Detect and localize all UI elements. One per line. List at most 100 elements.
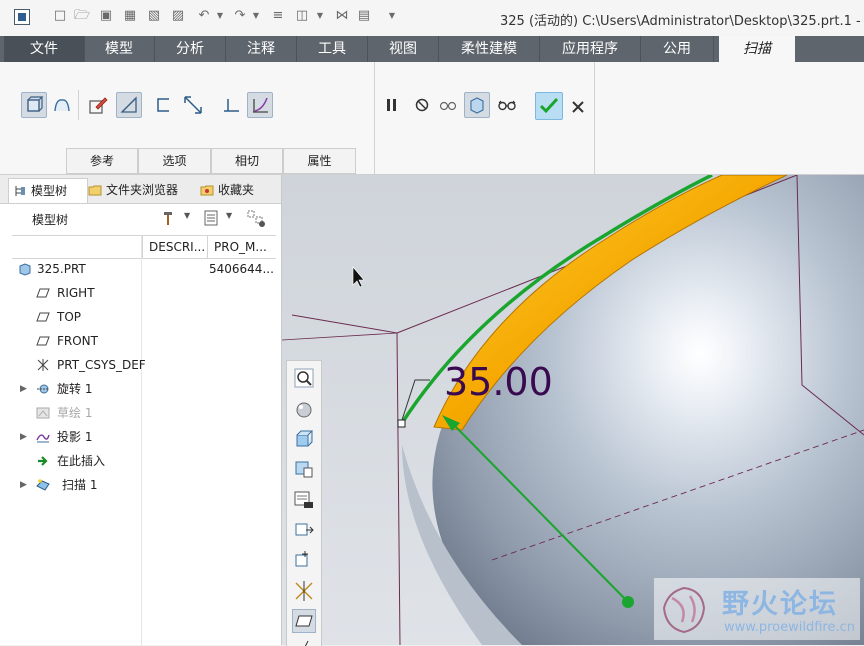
tab-model-tree-label: 模型树 (31, 184, 68, 198)
saved-views-button[interactable] (292, 427, 316, 451)
datum-plane-icon (36, 288, 50, 298)
dimension-value[interactable]: 35.00 (444, 360, 553, 404)
graphics-toolbar (286, 360, 322, 646)
tree-item-sweep-1[interactable]: ▶ 扫描 1 (12, 473, 276, 497)
tab-analysis[interactable]: 分析 (155, 36, 226, 62)
perspective-button[interactable] (292, 488, 316, 512)
constant-section-button[interactable] (218, 92, 244, 118)
redo-dropdown-icon[interactable]: ▼ (248, 8, 264, 24)
tab-utilities[interactable]: 公用 (641, 36, 714, 62)
no-preview-icon (415, 98, 429, 112)
datum-plane-icon (36, 312, 50, 322)
tab-flexible-modeling[interactable]: 柔性建模 (439, 36, 540, 62)
tab-favorites[interactable]: 收藏夹 (196, 178, 282, 202)
regenerate-icon[interactable]: ▨ (170, 8, 186, 24)
tab-annotate[interactable]: 注释 (226, 36, 297, 62)
save-copy-icon[interactable]: ▦ (122, 8, 138, 24)
zoom-fit-button[interactable] (292, 366, 316, 390)
tree-title: 模型树 (32, 213, 69, 227)
tree-item-insert-here[interactable]: 在此插入 (12, 449, 276, 473)
camera-icon (294, 491, 313, 508)
verify-glasses-button[interactable] (494, 92, 520, 118)
datum-display-icon (295, 523, 314, 536)
surface-icon (54, 99, 70, 112)
save-backup-icon[interactable]: ▧ (146, 8, 162, 24)
expand-arrow-icon[interactable]: ▶ (20, 425, 27, 449)
sketch-section-button[interactable] (85, 92, 111, 118)
preview-button[interactable] (435, 92, 461, 118)
settings-hammer-icon[interactable] (158, 209, 178, 227)
undo-icon[interactable]: ↶ (196, 8, 212, 24)
tree-item-front[interactable]: FRONT (12, 329, 276, 353)
thicken-icon (157, 98, 169, 112)
navigator-tabs: 模型树 文件夹浏览器 收藏夹 (0, 175, 281, 204)
graphics-viewport[interactable]: 35.00 (282, 175, 864, 645)
flip-direction-button[interactable] (180, 92, 206, 118)
cancel-button[interactable] (565, 94, 591, 120)
tab-properties[interactable]: 属性 (283, 148, 356, 174)
tab-file[interactable]: 文件 (4, 36, 85, 62)
pause-button[interactable] (379, 92, 405, 118)
customize-qat-icon[interactable]: ▼ (384, 8, 400, 24)
new-file-icon[interactable]: □ (52, 8, 68, 24)
column-description[interactable]: DESCRI... (142, 236, 207, 258)
tab-tangency[interactable]: 相切 (211, 148, 283, 174)
tab-sweep[interactable]: 扫描 (719, 36, 795, 62)
tree-item-projection-1[interactable]: ▶ 投影 1 (12, 425, 276, 449)
tree-filter-icon[interactable] (246, 209, 268, 229)
tab-model-tree[interactable]: 模型树 (8, 178, 88, 203)
flip-arrows-icon (184, 96, 202, 114)
thicken-button[interactable] (150, 92, 176, 118)
tab-references[interactable]: 参考 (66, 148, 138, 174)
view-manager-button[interactable] (292, 457, 316, 481)
regen-settings-icon[interactable]: ≡ (270, 8, 286, 24)
plane-display-button[interactable] (292, 609, 316, 633)
datum-display-button[interactable] (292, 518, 316, 542)
insert-here-arrow-icon (38, 456, 48, 466)
column-pro-mp[interactable]: PRO_M... (207, 236, 276, 258)
tree-item-right[interactable]: RIGHT (12, 281, 276, 305)
windows-icon[interactable]: ◫ (294, 8, 310, 24)
revolve-icon (37, 384, 49, 394)
tab-view[interactable]: 视图 (368, 36, 439, 62)
checkmark-icon (539, 97, 559, 114)
tab-tools[interactable]: 工具 (297, 36, 368, 62)
tree-item-325-prt[interactable]: 325.PRT 5406644... (12, 257, 276, 281)
settings-dropdown-icon[interactable]: ▼ (184, 211, 190, 220)
drag-handle[interactable] (622, 596, 634, 608)
open-file-icon[interactable]: 🗁 (74, 8, 90, 24)
close-window-icon[interactable]: ⋈ (334, 8, 350, 24)
start-point-handle[interactable] (397, 419, 406, 428)
csys-icon (37, 359, 49, 371)
expand-arrow-icon[interactable]: ▶ (20, 377, 27, 401)
app-icon[interactable] (14, 9, 30, 25)
expand-arrow-icon[interactable]: ▶ (20, 473, 27, 497)
redo-icon[interactable]: ↷ (232, 8, 248, 24)
csys-display-button[interactable] (292, 579, 316, 603)
remove-material-button[interactable] (116, 92, 142, 118)
sweep-surface-button[interactable] (49, 92, 75, 118)
tree-item-sketch-1[interactable]: 草绘 1 (12, 401, 276, 425)
part-icon (19, 263, 31, 276)
erase-icon[interactable]: ▤ (356, 8, 372, 24)
view-manager-icon (295, 461, 313, 478)
variable-section-button[interactable] (247, 92, 273, 118)
tree-item-revolve-1[interactable]: ▶ 旋转 1 (12, 377, 276, 401)
tab-options[interactable]: 选项 (138, 148, 211, 174)
save-icon[interactable]: ▣ (98, 8, 114, 24)
no-preview-button[interactable] (409, 92, 435, 118)
tab-applications[interactable]: 应用程序 (540, 36, 641, 62)
tree-item-top[interactable]: TOP (12, 305, 276, 329)
tab-model[interactable]: 模型 (84, 36, 155, 62)
windows-dropdown-icon[interactable]: ▼ (312, 8, 328, 24)
verify-mode-button[interactable] (464, 92, 490, 118)
tree-item-prt-csys-def[interactable]: PRT_CSYS_DEF (12, 353, 276, 377)
shading-button[interactable] (292, 397, 316, 421)
undo-dropdown-icon[interactable]: ▼ (212, 8, 228, 24)
tab-folder-browser[interactable]: 文件夹浏览器 (84, 178, 206, 202)
ok-button[interactable] (535, 92, 563, 120)
show-list-icon[interactable] (202, 209, 220, 227)
show-dropdown-icon[interactable]: ▼ (226, 211, 232, 220)
sweep-solid-button[interactable] (21, 92, 47, 118)
point-display-button[interactable] (292, 548, 316, 572)
